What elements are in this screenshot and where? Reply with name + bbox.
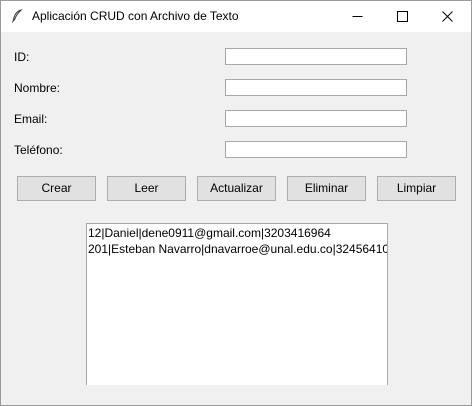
app-window: Aplicación CRUD con Archivo de Texto ID:… — [0, 0, 472, 406]
records-text-area[interactable]: 12|Daniel|dene0911@gmail.com|3203416964 … — [86, 223, 388, 385]
record-line: 12|Daniel|dene0911@gmail.com|3203416964 — [88, 226, 331, 240]
maximize-icon — [397, 11, 408, 22]
read-button[interactable]: Leer — [107, 176, 186, 201]
minimize-button[interactable] — [335, 1, 380, 32]
maximize-button[interactable] — [380, 1, 425, 32]
phone-field[interactable] — [225, 141, 407, 158]
email-label: Email: — [14, 112, 48, 126]
email-field[interactable] — [225, 110, 407, 127]
update-button[interactable]: Actualizar — [197, 176, 276, 201]
id-field[interactable] — [225, 48, 407, 65]
window-title: Aplicación CRUD con Archivo de Texto — [32, 9, 239, 23]
delete-button[interactable]: Eliminar — [287, 176, 366, 201]
id-label: ID: — [14, 50, 30, 64]
minimize-icon — [352, 16, 363, 17]
clear-button[interactable]: Limpiar — [377, 176, 456, 201]
record-line: 201|Esteban Navarro|dnavarroe@unal.edu.c… — [88, 242, 388, 256]
feather-icon — [10, 9, 24, 23]
name-field[interactable] — [225, 79, 407, 96]
title-bar[interactable]: Aplicación CRUD con Archivo de Texto — [1, 1, 471, 32]
close-icon — [442, 11, 453, 22]
close-button[interactable] — [425, 1, 470, 32]
create-button[interactable]: Crear — [17, 176, 96, 201]
phone-label: Teléfono: — [14, 143, 63, 157]
name-label: Nombre: — [14, 81, 61, 95]
